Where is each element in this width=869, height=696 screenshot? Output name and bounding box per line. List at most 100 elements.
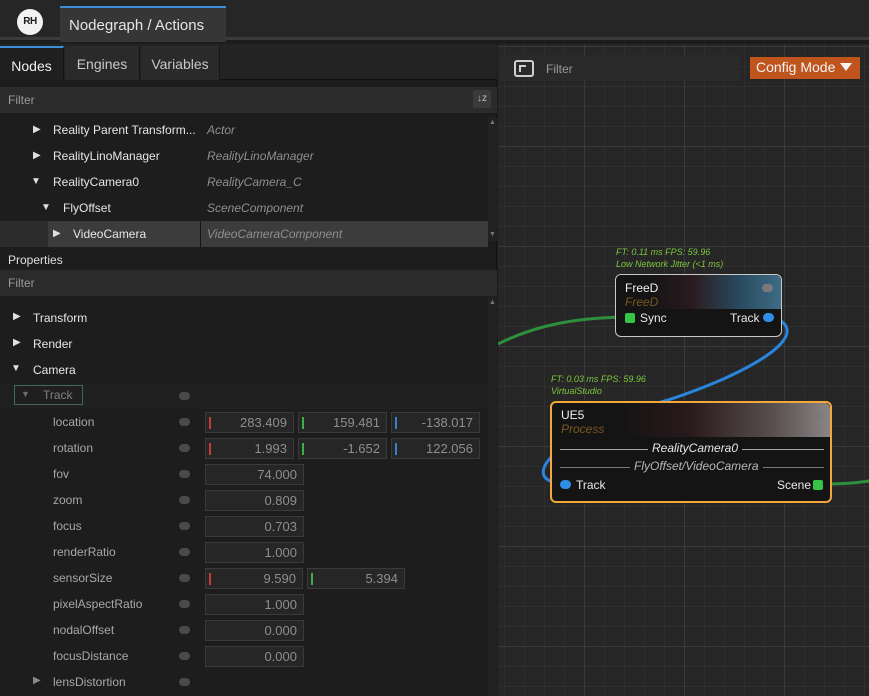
tree-row-type: SceneComponent xyxy=(207,201,304,215)
pin-label: Track xyxy=(730,311,760,325)
group-transform[interactable]: ▶ Transform xyxy=(0,305,488,331)
tree-row[interactable]: ▶ Reality Parent Transform... Actor xyxy=(0,117,488,143)
tree-row-name: RealityCamera0 xyxy=(53,175,140,189)
value-text: 0.000 xyxy=(264,649,297,664)
property-label: lensDistortion xyxy=(53,675,126,689)
track-toggle[interactable]: ▼ Track xyxy=(14,385,83,405)
location-value-field[interactable]: 159.481 xyxy=(298,412,387,433)
axis-color-mark xyxy=(302,417,304,429)
tree-scrollbar[interactable]: ▲ ▼ xyxy=(488,117,497,241)
value-text: 74.000 xyxy=(257,467,297,482)
tab-nodes[interactable]: Nodes xyxy=(0,46,64,80)
column-separator xyxy=(200,221,201,247)
zoom-value-field[interactable]: 0.809 xyxy=(205,490,304,511)
renderRatio-value-field[interactable]: 1.000 xyxy=(205,542,304,563)
scroll-up-icon[interactable]: ▲ xyxy=(489,299,496,306)
pixelAspectRatio-value-field[interactable]: 1.000 xyxy=(205,594,304,615)
sort-az-icon[interactable]: ↓z xyxy=(473,90,491,108)
expand-right-icon[interactable]: ▶ xyxy=(53,227,65,241)
group-label: Transform xyxy=(33,311,88,325)
tree-row[interactable]: ▶ RealityLinoManager RealityLinoManager xyxy=(0,143,488,169)
link-dot-icon[interactable] xyxy=(179,626,190,634)
expand-down-icon[interactable]: ▼ xyxy=(41,201,53,215)
link-dot-icon[interactable] xyxy=(179,678,190,686)
fov-value-field[interactable]: 74.000 xyxy=(205,464,304,485)
tree-row[interactable]: ▼ FlyOffset SceneComponent xyxy=(0,195,488,221)
link-dot-icon[interactable] xyxy=(179,470,190,478)
tab-engines[interactable]: Engines xyxy=(65,46,140,80)
panel-tabbar: Nodes Engines Variables xyxy=(0,44,497,80)
property-row-focus: focus 0.703 xyxy=(0,513,488,539)
location-value-field[interactable]: 283.409 xyxy=(205,412,294,433)
value-text: 1.000 xyxy=(264,545,297,560)
expand-down-icon[interactable]: ▼ xyxy=(31,175,43,189)
sync-input-pin[interactable] xyxy=(625,313,635,323)
rotation-value-field[interactable]: 1.993 xyxy=(205,438,294,459)
expand-right-icon[interactable]: ▶ xyxy=(33,149,45,163)
tab-variables[interactable]: Variables xyxy=(141,46,220,80)
node-options-icon[interactable] xyxy=(812,412,823,420)
tree-row-selected[interactable]: ▶ VideoCamera VideoCameraComponent xyxy=(0,221,488,247)
title-bar: RH Nodegraph / Actions xyxy=(0,0,869,42)
expand-right-icon[interactable]: ▶ xyxy=(33,123,45,137)
wire-green-in xyxy=(498,315,625,346)
expand-down-icon[interactable]: ▼ xyxy=(11,363,23,374)
expand-down-icon: ▼ xyxy=(21,389,30,399)
node-subtitle: FreeD xyxy=(625,295,659,309)
link-dot-icon[interactable] xyxy=(179,548,190,556)
link-dot-icon[interactable] xyxy=(179,652,190,660)
group-camera[interactable]: ▼ Camera xyxy=(0,357,488,383)
ue5-node[interactable]: UE5 Process RealityCamera0 FlyOffset/Vid… xyxy=(550,401,832,503)
freed-stats: FT: 0.11 ms FPS: 59.96 xyxy=(616,247,711,257)
expand-right-icon[interactable]: ▶ xyxy=(13,337,25,348)
filter-placeholder: Filter xyxy=(8,276,35,290)
connection-wires xyxy=(498,315,869,486)
axis-color-mark xyxy=(395,417,397,429)
axis-color-mark xyxy=(395,443,397,455)
link-dot-icon[interactable] xyxy=(179,522,190,530)
rotation-value-field[interactable]: -1.652 xyxy=(298,438,387,459)
link-dot-icon[interactable] xyxy=(179,418,190,426)
nodes-filter-input[interactable]: Filter ↓z xyxy=(0,87,497,113)
scene-output-pin[interactable] xyxy=(813,480,823,490)
scroll-down-icon[interactable]: ▼ xyxy=(489,231,496,238)
pin-label: Sync xyxy=(640,311,667,325)
document-tab[interactable]: Nodegraph / Actions xyxy=(60,6,226,42)
rotation-value-field[interactable]: 122.056 xyxy=(391,438,480,459)
properties-filter-input[interactable]: Filter xyxy=(0,270,497,296)
filter-placeholder: Filter xyxy=(8,93,35,107)
value-text: 122.056 xyxy=(426,441,473,456)
link-dot-icon[interactable] xyxy=(179,496,190,504)
freed-node[interactable]: FreeD FreeD Sync Track xyxy=(615,274,782,337)
value-text: 1.000 xyxy=(264,597,297,612)
value-text: -138.017 xyxy=(421,415,473,430)
wire-green-out xyxy=(827,479,869,486)
group-render[interactable]: ▶ Render xyxy=(0,331,488,357)
focus-value-field[interactable]: 0.703 xyxy=(205,516,304,537)
location-value-field[interactable]: -138.017 xyxy=(391,412,480,433)
node-graph-canvas[interactable]: Filter Config Mode FT: 0.11 ms FPS: 59.9… xyxy=(498,44,869,696)
expand-right-icon[interactable]: ▶ xyxy=(13,311,25,322)
sensorSize-value-field[interactable]: 5.394 xyxy=(307,568,405,589)
value-text: 283.409 xyxy=(240,415,287,430)
track-input-pin[interactable] xyxy=(560,480,571,489)
focusDistance-value-field[interactable]: 0.000 xyxy=(205,646,304,667)
property-row-renderRatio: renderRatio 1.000 xyxy=(0,539,488,565)
link-dot-icon[interactable] xyxy=(179,600,190,608)
link-dot-icon[interactable] xyxy=(179,392,190,400)
scroll-up-icon[interactable]: ▲ xyxy=(489,119,496,126)
link-dot-icon[interactable] xyxy=(179,574,190,582)
properties-scrollbar[interactable]: ▲ xyxy=(488,297,497,696)
property-row-sensorSize: sensorSize 9.590 5.394 xyxy=(0,565,488,591)
tree-row-type: Actor xyxy=(207,123,236,137)
node-options-icon[interactable] xyxy=(762,284,773,292)
value-text: 159.481 xyxy=(333,415,380,430)
row-gutter xyxy=(0,221,48,247)
sensorSize-value-field[interactable]: 9.590 xyxy=(205,568,303,589)
expand-right-icon[interactable]: ▶ xyxy=(33,675,45,686)
link-dot-icon[interactable] xyxy=(179,444,190,452)
track-output-pin[interactable] xyxy=(763,313,774,322)
tree-row[interactable]: ▼ RealityCamera0 RealityCamera_C xyxy=(0,169,488,195)
nodalOffset-value-field[interactable]: 0.000 xyxy=(205,620,304,641)
tree-row-type: VideoCameraComponent xyxy=(207,227,343,241)
